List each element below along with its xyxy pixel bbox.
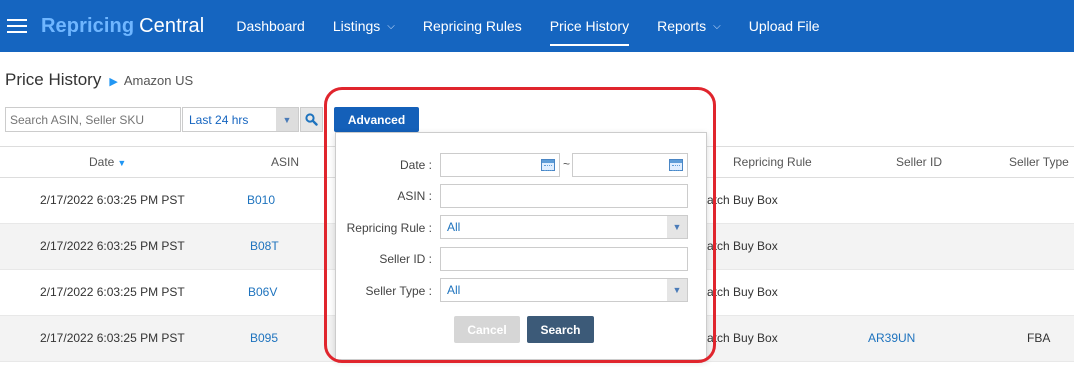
nav-upload-file[interactable]: Upload File <box>735 0 834 52</box>
chevron-down-icon: ⌵ <box>713 20 721 32</box>
row-repricing-rule: atch Buy Box <box>707 331 778 345</box>
brand-logo[interactable]: Repricing Central <box>41 15 204 38</box>
nav-price-history[interactable]: Price History <box>536 0 643 52</box>
page-title-text: Price History <box>5 70 102 89</box>
time-range-select[interactable]: Last 24 hrs ▼ <box>182 107 299 132</box>
row-repricing-rule: atch Buy Box <box>707 193 778 207</box>
search-input[interactable] <box>5 107 181 132</box>
chevron-down-icon: ⌵ <box>387 20 395 32</box>
nav-listings[interactable]: Listings ⌵ <box>319 0 409 52</box>
repricing-rule-select[interactable]: All ▼ <box>440 215 688 239</box>
row-seller-type: FBA <box>1027 331 1051 345</box>
row-repricing-rule: atch Buy Box <box>707 285 778 299</box>
calendar-icon[interactable] <box>669 159 683 171</box>
seller-type-value: All <box>447 283 461 297</box>
nav-reports[interactable]: Reports ⌵ <box>643 0 735 52</box>
nav-dashboard[interactable]: Dashboard <box>222 0 319 52</box>
calendar-icon[interactable] <box>541 159 555 171</box>
hamburger-menu-icon[interactable] <box>7 19 27 33</box>
time-range-value: Last 24 hrs <box>189 112 249 127</box>
row-repricing-rule: atch Buy Box <box>707 239 778 253</box>
column-header-date-label: Date <box>89 155 115 169</box>
asin-label: ASIN : <box>397 189 432 203</box>
nav-repricing-rules[interactable]: Repricing Rules <box>409 0 536 52</box>
nav-reports-label: Reports <box>657 18 707 34</box>
row-asin-link[interactable]: B06V <box>248 270 277 315</box>
dropdown-caret-icon[interactable]: ▼ <box>276 108 298 131</box>
brand-part1: Repricing <box>41 14 135 37</box>
nav-price-history-label: Price History <box>549 18 630 34</box>
seller-id-label: Seller ID : <box>379 252 432 266</box>
row-date: 2/17/2022 6:03:25 PM PST <box>40 285 185 299</box>
row-asin-text: B08T <box>250 239 279 253</box>
column-header-asin[interactable]: ASIN <box>271 147 299 177</box>
seller-type-label: Seller Type : <box>365 284 432 298</box>
row-asin-text: B095 <box>250 331 279 345</box>
row-asin-link[interactable]: B08T <box>250 224 279 269</box>
asin-field[interactable] <box>440 184 688 208</box>
cancel-button[interactable]: Cancel <box>454 316 520 343</box>
column-header-date[interactable]: Date ▼ <box>89 147 126 177</box>
breadcrumb-marketplace[interactable]: Amazon US <box>124 73 193 88</box>
nav-listings-label: Listings <box>332 18 381 34</box>
search-submit-button[interactable]: Search <box>527 316 594 343</box>
column-header-repricing-rule[interactable]: Repricing Rule <box>733 147 812 177</box>
date-range-separator: ~ <box>563 157 571 171</box>
nav-dashboard-label: Dashboard <box>236 18 305 34</box>
row-seller-id-text: AR39UN <box>868 331 916 345</box>
repricing-rule-label: Repricing Rule : <box>346 221 432 235</box>
date-from-field[interactable] <box>440 153 560 177</box>
row-asin-link[interactable]: B010 <box>247 178 275 223</box>
search-icon <box>305 113 318 126</box>
advanced-search-panel: Date : ~ ASIN : Repricing Rule : All ▼ S… <box>335 132 707 360</box>
dropdown-caret-icon[interactable]: ▼ <box>667 279 687 301</box>
sort-down-icon: ▼ <box>117 158 127 168</box>
seller-id-field[interactable] <box>440 247 688 271</box>
row-asin-link[interactable]: B095 <box>250 316 278 361</box>
row-seller-id-link[interactable]: AR39UN <box>868 316 915 361</box>
column-header-seller-type[interactable]: Seller Type <box>1009 147 1069 177</box>
row-date: 2/17/2022 6:03:25 PM PST <box>40 193 185 207</box>
row-date: 2/17/2022 6:03:25 PM PST <box>40 239 185 253</box>
nav-repricing-rules-label: Repricing Rules <box>422 18 522 34</box>
dropdown-caret-icon[interactable]: ▼ <box>667 216 687 238</box>
column-header-seller-id[interactable]: Seller ID <box>896 147 942 177</box>
date-label: Date : <box>399 158 432 172</box>
row-asin-text: B010 <box>247 193 276 207</box>
row-date: 2/17/2022 6:03:25 PM PST <box>40 331 185 345</box>
main-nav: Dashboard Listings ⌵ Repricing Rules Pric… <box>222 0 833 52</box>
search-button[interactable] <box>300 107 323 132</box>
advanced-button[interactable]: Advanced <box>334 107 419 132</box>
breadcrumb-arrow-icon: ▶ <box>109 76 118 88</box>
brand-part2: Central <box>139 14 205 37</box>
seller-type-select[interactable]: All ▼ <box>440 278 688 302</box>
page-title: Price History ▶ Amazon US <box>5 70 193 90</box>
date-to-field[interactable] <box>572 153 688 177</box>
top-navbar: Repricing Central Dashboard Listings ⌵ Rep… <box>0 0 1074 52</box>
row-asin-text: B06V <box>248 285 278 299</box>
nav-upload-file-label: Upload File <box>748 18 820 34</box>
repricing-rule-value: All <box>447 220 461 234</box>
